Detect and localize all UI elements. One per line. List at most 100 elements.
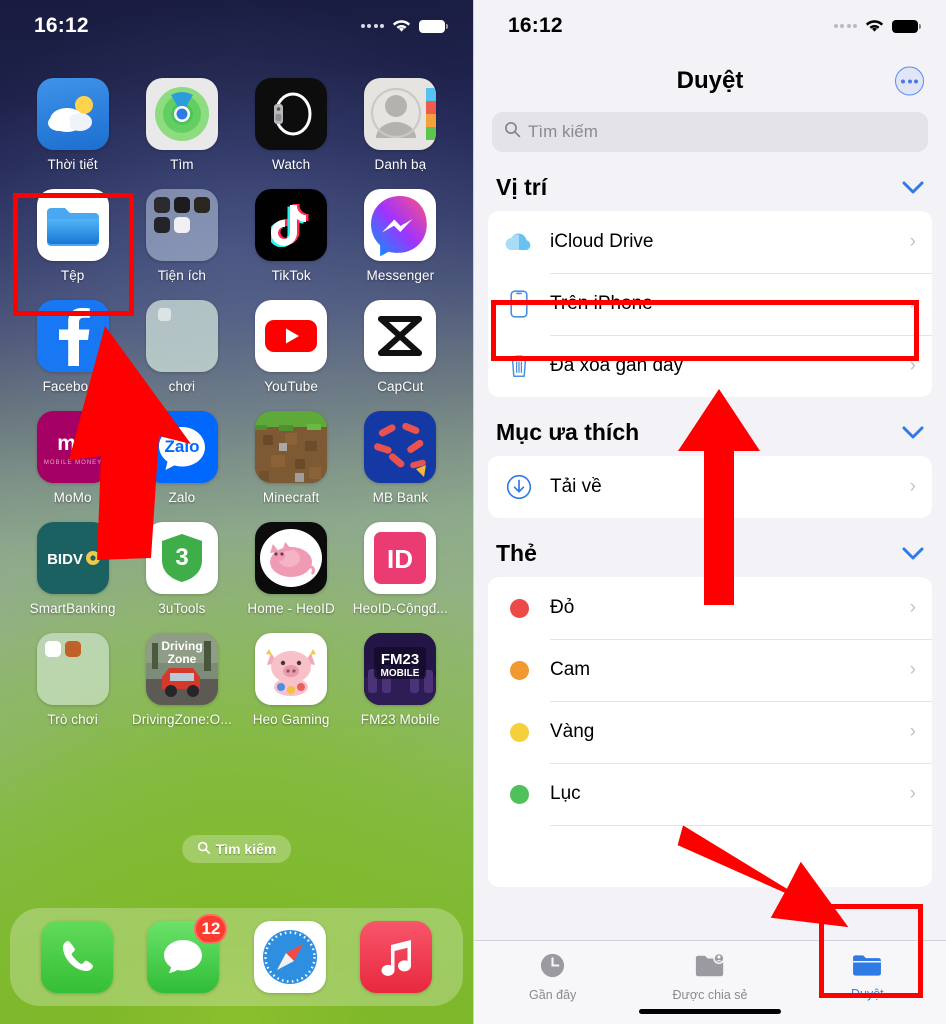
tab-label: Gần đây — [529, 988, 577, 1002]
folder-tro-choi[interactable]: Trò chơi — [18, 633, 127, 727]
app-tiktok[interactable]: TikTok — [237, 189, 346, 283]
row-tag-do[interactable]: Đỏ › — [488, 577, 932, 639]
status-time: 16:12 — [34, 14, 89, 37]
app-youtube[interactable]: YouTube — [237, 300, 346, 394]
app-momo[interactable]: mo MOBILE MONEY MoMo — [18, 411, 127, 505]
app-danh-ba[interactable]: Danh bạ — [346, 78, 455, 172]
section-header-muc-ua-thich[interactable]: Mục ưa thích — [474, 397, 946, 456]
utilities-folder-icon[interactable] — [145, 189, 218, 261]
folder-tien-ich[interactable]: Tiện ích — [127, 189, 236, 283]
app-label: Trò chơi — [47, 712, 98, 727]
app-capcut[interactable]: CapCut — [346, 300, 455, 394]
messages-app-icon[interactable]: 12 — [147, 914, 228, 993]
app-drivingzone[interactable]: Driving Zone DrivingZone:O... — [127, 633, 236, 727]
files-app-icon[interactable] — [36, 189, 109, 261]
chevron-down-icon[interactable] — [902, 181, 924, 194]
app-smartbanking[interactable]: BIDV SmartBanking — [18, 522, 127, 616]
app-watch[interactable]: Watch — [237, 78, 346, 172]
heoid-congdong-app-icon[interactable]: ID — [364, 522, 437, 594]
capcut-app-icon[interactable] — [364, 300, 437, 372]
tiktok-app-icon[interactable] — [255, 189, 328, 261]
row-icloud-drive[interactable]: iCloud Drive › — [488, 211, 932, 273]
row-label: Tải về — [550, 476, 602, 497]
app-label: MoMo — [53, 490, 92, 505]
home-search-pill[interactable]: Tìm kiếm — [181, 835, 292, 863]
search-input[interactable]: Tìm kiếm — [492, 112, 928, 152]
status-bar-left: 16:12 — [0, 0, 473, 52]
app-heo-gaming[interactable]: Heo Gaming — [237, 633, 346, 727]
row-tag-next[interactable] — [488, 825, 932, 887]
find-my-app-icon[interactable] — [145, 78, 218, 150]
3utools-app-icon[interactable]: 3 — [145, 522, 218, 594]
svg-text:Driving: Driving — [161, 639, 202, 653]
minecraft-app-icon[interactable] — [255, 411, 328, 483]
status-indicators — [833, 19, 921, 33]
app-facebook[interactable]: Facebook — [18, 300, 127, 394]
row-tag-vang[interactable]: Vàng › — [488, 701, 932, 763]
app-label: Minecraft — [262, 490, 320, 505]
tag-dot-icon — [502, 784, 536, 804]
section-header-vi-tri[interactable]: Vị trí — [474, 152, 946, 211]
folder-icon — [851, 952, 883, 983]
app-3utools[interactable]: 3 3uTools — [127, 522, 236, 616]
safari-app-icon[interactable] — [253, 921, 326, 993]
tab-gan-day[interactable]: Gần đây — [474, 952, 631, 1002]
tab-duoc-chia-se[interactable]: Được chia sẻ — [631, 952, 788, 1002]
fm23-mobile-app-icon[interactable]: FM23 MOBILE — [364, 633, 437, 705]
app-label: Heo Gaming — [252, 712, 330, 727]
svg-text:FM23: FM23 — [381, 651, 419, 668]
app-mb-bank[interactable]: MB Bank — [346, 411, 455, 505]
section-header-the[interactable]: Thẻ — [474, 518, 946, 577]
chevron-down-icon[interactable] — [902, 426, 924, 439]
app-minecraft[interactable]: Minecraft — [237, 411, 346, 505]
app-zalo[interactable]: Zalo Zalo — [127, 411, 236, 505]
phone-app-icon[interactable] — [41, 921, 114, 993]
app-home-heoid[interactable]: Home - HeoID — [237, 522, 346, 616]
contacts-app-icon[interactable] — [364, 78, 437, 150]
app-label: Messenger — [366, 268, 435, 283]
momo-app-icon[interactable]: mo MOBILE MONEY — [36, 411, 109, 483]
row-tai-ve[interactable]: Tải về › — [488, 456, 932, 518]
row-da-xoa-gan-day[interactable]: Đã xóa gần đây › — [488, 335, 932, 397]
app-label: SmartBanking — [29, 601, 116, 616]
tab-duyet[interactable]: Duyệt — [789, 952, 946, 1001]
messenger-app-icon[interactable] — [364, 189, 437, 261]
app-tim[interactable]: Tìm — [127, 78, 236, 172]
app-thoi-tiet[interactable]: Thời tiết — [18, 78, 127, 172]
chevron-down-icon[interactable] — [902, 547, 924, 560]
tags-card: Đỏ › Cam › Vàng › Lục › — [488, 577, 932, 887]
music-app-icon[interactable] — [359, 921, 432, 993]
app-label: FM23 Mobile — [360, 712, 440, 727]
bidv-app-icon[interactable]: BIDV — [36, 522, 109, 594]
home-heoid-app-icon[interactable] — [255, 522, 328, 594]
row-tag-cam[interactable]: Cam › — [488, 639, 932, 701]
games-folder-icon[interactable] — [145, 300, 218, 372]
row-tren-iphone[interactable]: Trên iPhone › — [488, 273, 932, 335]
more-ellipsis-icon[interactable] — [895, 66, 924, 96]
chevron-right-icon: › — [909, 355, 916, 376]
app-label: Tiện ích — [157, 268, 207, 283]
app-tep[interactable]: Tệp — [18, 189, 127, 283]
watch-app-icon[interactable] — [255, 78, 328, 150]
folder-choi[interactable]: chơi — [127, 300, 236, 394]
trash-icon — [502, 353, 536, 379]
row-tag-luc[interactable]: Lục › — [488, 763, 932, 825]
signal-dots-icon — [833, 24, 857, 28]
app-messenger[interactable]: Messenger — [346, 189, 455, 283]
clock-icon — [539, 952, 566, 984]
weather-app-icon[interactable] — [36, 78, 109, 150]
page-title: Duyệt — [676, 67, 744, 94]
screenshot-root: 16:12 Thời tiết Tìm Watch Danh bạ Tệp Ti… — [0, 0, 946, 1024]
drivingzone-app-icon[interactable]: Driving Zone — [145, 633, 218, 705]
app-heoid-congdong[interactable]: ID HeoID-Cộngđ... — [346, 522, 455, 616]
download-icon — [502, 474, 536, 500]
facebook-app-icon[interactable] — [36, 300, 109, 372]
iphone-icon — [502, 290, 536, 318]
app-label: Tìm — [170, 157, 194, 172]
zalo-app-icon[interactable]: Zalo — [145, 411, 218, 483]
heo-gaming-app-icon[interactable] — [255, 633, 328, 705]
youtube-app-icon[interactable] — [255, 300, 328, 372]
mbbank-app-icon[interactable] — [364, 411, 437, 483]
app-fm23-mobile[interactable]: FM23 MOBILE FM23 Mobile — [346, 633, 455, 727]
tro-choi-folder-icon[interactable] — [36, 633, 109, 705]
